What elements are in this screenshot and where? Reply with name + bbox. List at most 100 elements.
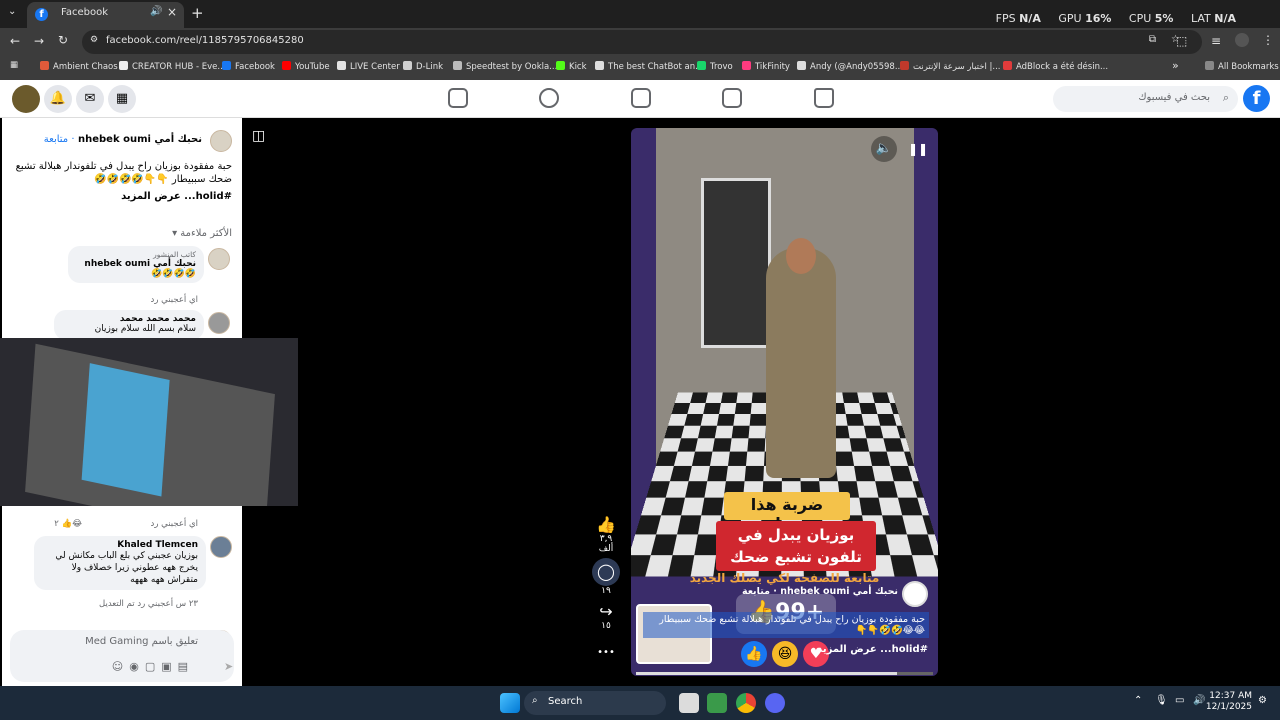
bookmark-label: Facebook	[235, 62, 275, 72]
bookmark-favicon-icon	[595, 61, 604, 70]
bookmark-item[interactable]: اختبار سرعة الإنترنت |...	[900, 61, 1001, 72]
comment-avatar[interactable]	[210, 536, 232, 558]
reel-video[interactable]: ضربة هذا بوزيان بوزيان يبدل في تلفون تشب…	[631, 128, 938, 676]
comment-composer[interactable]: تعليق باسم Med Gaming ☺◉▢▣▤ ➤	[10, 630, 234, 682]
back-icon[interactable]: ←	[10, 34, 20, 48]
forward-icon[interactable]: →	[34, 34, 44, 48]
profile-avatar[interactable]	[12, 85, 40, 113]
gaming-nav-icon[interactable]	[448, 88, 468, 108]
bookmark-item[interactable]: Ambient Chaos	[40, 61, 118, 72]
composer-tools[interactable]: ☺◉▢▣▤	[112, 660, 194, 673]
comment-avatar[interactable]	[208, 248, 230, 270]
author-avatar[interactable]	[210, 130, 232, 152]
url-text: facebook.com/reel/1185795706845280	[106, 35, 304, 46]
profile-avatar[interactable]	[1235, 33, 1249, 47]
comment-bubble: كاتب المنشور نحبك أمي nhebek oumi 🤣🤣🤣🤣	[68, 246, 204, 283]
like-reaction-icon[interactable]: 👍	[741, 641, 767, 667]
menu-kebab-icon[interactable]: ⋮	[1262, 33, 1274, 47]
tab-list-chevron-icon[interactable]: ⌄	[8, 6, 16, 17]
more-options-icon[interactable]: •••	[592, 647, 620, 658]
browser-tab-bar: ⌄ f Facebook 🔊 × + FPS N/A GPU 16% CPU 5…	[0, 0, 1280, 28]
video-progress-bar[interactable]	[636, 672, 933, 675]
reel-author-avatar[interactable]	[902, 581, 928, 607]
tab-facebook[interactable]: f Facebook 🔊 ×	[27, 2, 184, 28]
reel-see-more[interactable]: #holid... عرض المزيد	[817, 644, 928, 655]
pause-icon[interactable]: ❚❚	[905, 136, 931, 162]
tray-chevron-icon[interactable]: ⌃	[1134, 695, 1142, 706]
bookmark-item[interactable]: The best ChatBot an...	[595, 61, 703, 72]
bookmark-item[interactable]: D-Link	[403, 61, 443, 72]
new-tab-button[interactable]: +	[191, 4, 204, 22]
reading-list-icon[interactable]: ≡	[1211, 34, 1221, 48]
gpu-value: 16%	[1085, 12, 1112, 25]
comment-actions[interactable]: ٢٣ س أعجبني رد تم التعديل	[99, 599, 198, 609]
chrome-icon[interactable]	[736, 693, 756, 713]
send-icon[interactable]: ➤	[224, 660, 233, 673]
discord-icon[interactable]	[765, 693, 785, 713]
comment-author[interactable]: محمد محمد محمد	[62, 314, 196, 324]
comment-author[interactable]: نحبك أمي nhebek oumi	[76, 259, 196, 269]
bookmark-item[interactable]: Facebook	[222, 61, 275, 72]
thumbs-up-icon: 👍	[596, 515, 616, 534]
post-author[interactable]: نحبك أمي nhebek oumi · متابعة	[44, 134, 202, 145]
comment-actions[interactable]: اي أعجبني رد	[151, 519, 198, 529]
bookmark-item[interactable]: Kick	[556, 61, 587, 72]
microphone-icon[interactable]: 🎙	[1155, 695, 1168, 706]
notifications-icon[interactable]: ⚙	[1258, 695, 1267, 706]
more-bookmarks-icon[interactable]: »	[1172, 59, 1179, 72]
lat-label: LAT	[1190, 12, 1211, 25]
url-input[interactable]: ⚙ facebook.com/reel/1185795706845280 ⧉ ☆	[82, 30, 1202, 54]
bookmark-label: اختبار سرعة الإنترنت |...	[913, 62, 1001, 72]
share-action[interactable]: ↪ ١٥	[592, 603, 620, 632]
apps-grid-icon[interactable]: ▦	[10, 60, 18, 70]
extensions-icon[interactable]: ⬚	[1176, 34, 1187, 48]
taskbar-search-label: Search	[548, 696, 583, 707]
messenger-icon[interactable]: ✉	[76, 85, 104, 113]
follow-link[interactable]: متابعة	[44, 134, 68, 145]
comment-actions[interactable]: اي أعجبني رد	[151, 295, 198, 305]
comment-action[interactable]: ◯ ١٩	[592, 558, 620, 596]
comment-sort-dropdown[interactable]: الأكثر ملاءمة ▾	[172, 228, 232, 239]
site-info-icon[interactable]: ⚙	[90, 35, 98, 45]
bookmark-label: CREATOR HUB - Eve...	[132, 62, 226, 72]
groups-nav-icon[interactable]	[539, 88, 559, 108]
video-caption-main: بوزيان يبدل في تلفون تشبع ضحك	[716, 521, 876, 571]
menu-grid-icon[interactable]: ▦	[108, 85, 136, 113]
clock[interactable]: 12:37 AM 12/1/2025	[1206, 691, 1252, 713]
comment-author[interactable]: Khaled Tlemcen	[42, 540, 198, 550]
install-app-icon[interactable]: ⧉	[1149, 34, 1156, 45]
fps-value: N/A	[1019, 12, 1041, 25]
marketplace-nav-icon[interactable]	[631, 88, 651, 108]
facebook-search-input[interactable]: بحث في فيسبوك ⌕	[1053, 86, 1238, 112]
video-progress-fill	[636, 672, 898, 675]
bookmark-item[interactable]: LIVE Center	[337, 61, 400, 72]
app-icon[interactable]	[707, 693, 727, 713]
bookmark-item[interactable]: CREATOR HUB - Eve...	[119, 61, 226, 72]
haha-reaction-icon[interactable]: 😆	[772, 641, 798, 667]
taskbar-search[interactable]: ⌕ Search	[524, 691, 666, 715]
bookmark-favicon-icon	[1003, 61, 1012, 70]
bookmark-item[interactable]: YouTube	[282, 61, 330, 72]
comment-avatar[interactable]	[208, 312, 230, 334]
bookmark-item[interactable]: TikFinity	[742, 61, 790, 72]
bookmark-item[interactable]: AdBlock a été désin...	[1003, 61, 1108, 72]
volume-tray-icon[interactable]: 🔊	[1193, 695, 1205, 706]
close-tab-icon[interactable]: ×	[167, 5, 177, 19]
see-more-link[interactable]: #holid... عرض المزيد	[121, 191, 232, 202]
home-nav-icon[interactable]	[814, 88, 834, 108]
start-icon[interactable]	[500, 693, 520, 713]
facebook-logo[interactable]: f	[1243, 85, 1270, 112]
collapse-panel-icon[interactable]: ◫	[252, 128, 265, 144]
notifications-bell-icon[interactable]: 🔔	[44, 85, 72, 113]
like-action[interactable]: 👍 ٣,٩ ألف	[592, 515, 620, 555]
file-explorer-icon[interactable]	[679, 693, 699, 713]
reaction-count-value: ٢	[54, 519, 59, 529]
volume-icon[interactable]: 🔈	[871, 136, 897, 162]
network-icon[interactable]: ▭	[1175, 695, 1184, 706]
reload-icon[interactable]: ↻	[58, 33, 68, 47]
bookmark-item[interactable]: Andy (@Andy05598...	[797, 61, 903, 72]
video-nav-icon[interactable]	[722, 88, 742, 108]
all-bookmarks-button[interactable]: All Bookmarks	[1205, 61, 1279, 72]
bookmark-item[interactable]: Speedtest by Ookla...	[453, 61, 557, 72]
bookmark-item[interactable]: Trovo	[697, 61, 733, 72]
